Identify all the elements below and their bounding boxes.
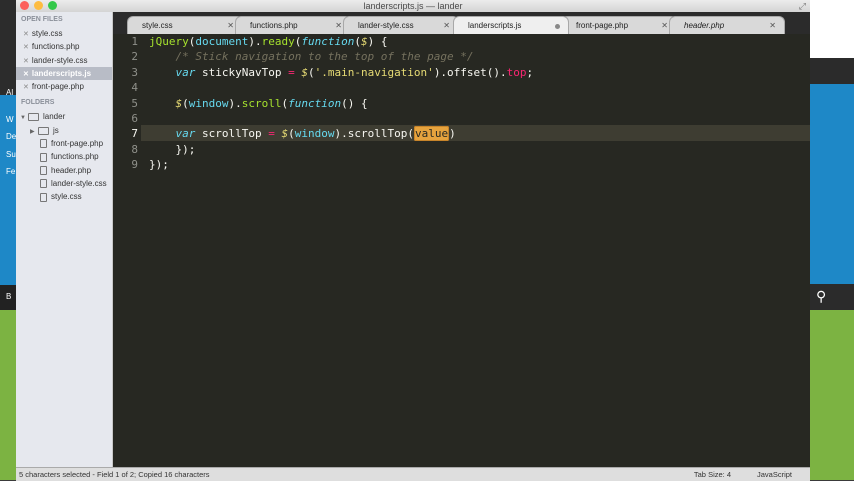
background-text: B bbox=[6, 292, 12, 301]
line-number: 7 bbox=[131, 127, 138, 141]
fullscreen-icon[interactable]: ⤢ bbox=[799, 1, 806, 11]
file-label: front-page.php bbox=[51, 139, 104, 149]
background-text: Su bbox=[6, 150, 16, 159]
open-file-landerscripts-js[interactable]: ✕ landerscripts.js bbox=[16, 66, 112, 81]
tab-label: functions.php bbox=[250, 21, 298, 30]
code-line: var scrollTop = $(window).scrollTop(valu… bbox=[175, 126, 456, 142]
status-message: 5 characters selected - Field 1 of 2; Co… bbox=[19, 470, 210, 479]
file-functions-php[interactable]: functions.php bbox=[16, 150, 112, 163]
background-text: Al bbox=[6, 88, 14, 97]
folder-icon bbox=[38, 126, 49, 135]
code-line: /* Stick navigation to the top of the pa… bbox=[149, 50, 474, 64]
tab-functions-php[interactable]: functions.php ✕ bbox=[235, 16, 351, 34]
search-icon[interactable]: ⚲ bbox=[816, 288, 826, 305]
file-icon bbox=[40, 139, 47, 149]
close-tab-icon[interactable]: ✕ bbox=[769, 17, 776, 35]
file-label: header.php bbox=[51, 165, 92, 175]
close-tab-icon[interactable]: ✕ bbox=[227, 17, 234, 35]
file-style-css[interactable]: style.css bbox=[16, 190, 112, 203]
background-left-strip: Al W De Su Fe B bbox=[0, 0, 16, 480]
tab-header-php[interactable]: header.php ✕ bbox=[669, 16, 785, 34]
code-editor[interactable]: 1 2 3 4 5 6 7 8 9 jQuery(document).ready… bbox=[113, 34, 810, 467]
tab-bar: style.css ✕ functions.php ✕ lander-style.c… bbox=[113, 12, 810, 34]
file-label: style.css bbox=[51, 192, 82, 202]
file-lander-style-css[interactable]: lander-style.css bbox=[16, 177, 112, 190]
close-file-icon[interactable]: ✕ bbox=[23, 31, 29, 38]
line-number: 5 bbox=[131, 96, 138, 110]
unsaved-dot-icon[interactable] bbox=[555, 24, 560, 29]
open-file-label: functions.php bbox=[31, 42, 80, 52]
tab-label: lander-style.css bbox=[358, 21, 414, 30]
file-icon bbox=[40, 166, 47, 176]
open-file-label: lander-style.css bbox=[31, 55, 88, 65]
code-line: }); bbox=[149, 158, 169, 172]
background-green-band bbox=[810, 310, 854, 480]
line-number: 1 bbox=[131, 35, 138, 48]
tab-label: front-page.php bbox=[576, 21, 629, 30]
code-line: $(window).scroll(function() { bbox=[175, 96, 368, 110]
selected-placeholder[interactable]: value bbox=[413, 126, 450, 142]
background-blue-band bbox=[810, 84, 854, 284]
editor-window: landerscripts.js — lander ⤢ OPEN FILES ✕… bbox=[16, 0, 810, 481]
tab-lander-style-css[interactable]: lander-style.css ✕ bbox=[343, 16, 459, 34]
file-label: functions.php bbox=[51, 152, 99, 162]
chevron-right-icon[interactable]: ▶ bbox=[30, 126, 38, 139]
line-number: 3 bbox=[131, 65, 138, 79]
window-title: landerscripts.js — lander bbox=[363, 1, 463, 11]
file-label: lander-style.css bbox=[51, 178, 107, 188]
folder-label: js bbox=[53, 125, 59, 135]
line-number: 4 bbox=[131, 81, 138, 95]
line-number: 2 bbox=[131, 50, 138, 64]
folder-label: lander bbox=[43, 112, 66, 122]
tab-size-selector[interactable]: Tab Size: 4 bbox=[694, 468, 731, 481]
open-file-label: front-page.php bbox=[31, 82, 84, 92]
folder-icon bbox=[28, 113, 39, 122]
close-tab-icon[interactable]: ✕ bbox=[335, 17, 342, 35]
file-icon bbox=[40, 192, 47, 202]
line-number: 8 bbox=[131, 142, 138, 156]
open-file-front-page-php[interactable]: ✕ front-page.php bbox=[16, 80, 112, 93]
close-file-icon[interactable]: ✕ bbox=[23, 58, 29, 65]
line-number: 6 bbox=[131, 112, 138, 125]
tab-label: landerscripts.js bbox=[468, 21, 522, 30]
background-text: W bbox=[6, 115, 14, 124]
code-line: jQuery(document).ready(function($) { bbox=[149, 35, 388, 48]
tab-label: style.css bbox=[142, 21, 173, 30]
background-text: Fe bbox=[6, 167, 16, 176]
tab-front-page-php[interactable]: front-page.php ✕ bbox=[561, 16, 677, 34]
tab-label: header.php bbox=[684, 21, 725, 30]
folder-lander[interactable]: ▼ lander bbox=[16, 110, 112, 123]
close-tab-icon[interactable]: ✕ bbox=[443, 17, 450, 35]
folders-header: FOLDERS bbox=[21, 99, 55, 107]
file-header-php[interactable]: header.php bbox=[16, 164, 112, 177]
open-file-label: style.css bbox=[31, 29, 63, 38]
status-bar: 5 characters selected - Field 1 of 2; Co… bbox=[16, 467, 810, 481]
background-right-strip: ⚲ bbox=[810, 0, 854, 480]
background-dark-bar bbox=[810, 58, 854, 133]
file-icon bbox=[40, 179, 47, 189]
tab-landerscripts-js[interactable]: landerscripts.js bbox=[453, 16, 569, 34]
tab-style-css[interactable]: style.css ✕ bbox=[127, 16, 243, 34]
open-file-lander-style-css[interactable]: ✕ lander-style.css bbox=[16, 54, 112, 67]
background-text: De bbox=[6, 132, 17, 141]
line-gutter: 1 2 3 4 5 6 7 8 9 bbox=[113, 34, 141, 467]
open-file-label: landerscripts.js bbox=[31, 68, 92, 78]
chevron-down-icon[interactable]: ▼ bbox=[20, 112, 28, 125]
code-line: var stickyNavTop = $('.main-navigation')… bbox=[175, 65, 534, 79]
syntax-selector[interactable]: JavaScript bbox=[757, 468, 792, 481]
open-files-header: OPEN FILES bbox=[21, 16, 63, 23]
close-tab-icon[interactable]: ✕ bbox=[661, 17, 668, 35]
file-icon bbox=[40, 152, 47, 162]
folder-js[interactable]: ▶ js bbox=[16, 124, 112, 137]
background-green-band bbox=[0, 310, 16, 480]
close-file-icon[interactable]: ✕ bbox=[23, 84, 29, 91]
open-file-functions-php[interactable]: ✕ functions.php bbox=[16, 40, 112, 53]
open-file-style-css[interactable]: ✕ style.css bbox=[16, 27, 112, 40]
close-file-icon[interactable]: ✕ bbox=[23, 71, 29, 78]
line-number: 9 bbox=[131, 158, 138, 172]
sidebar: OPEN FILES ✕ style.css ✕ functions.php ✕ la… bbox=[16, 12, 113, 467]
code-line: }); bbox=[149, 142, 196, 156]
close-file-icon[interactable]: ✕ bbox=[23, 44, 29, 51]
